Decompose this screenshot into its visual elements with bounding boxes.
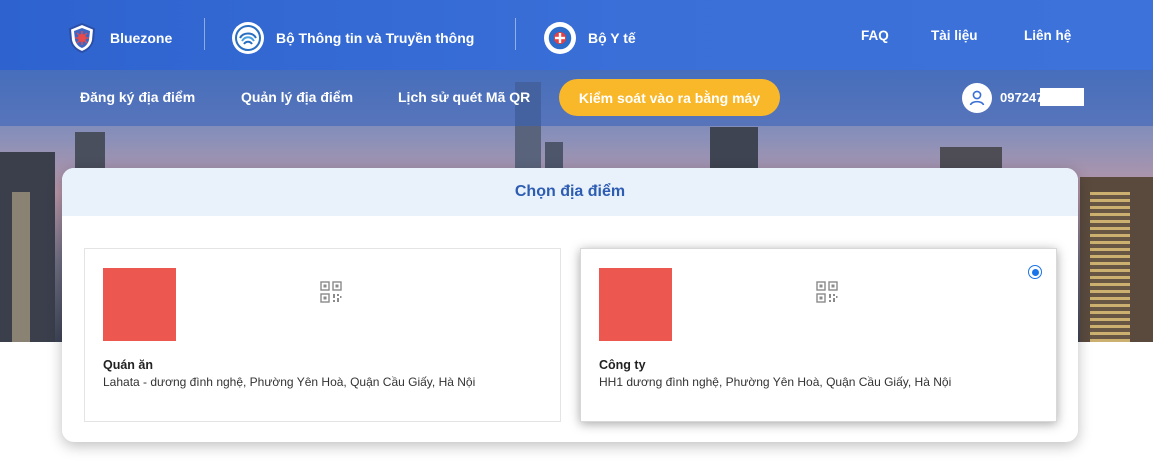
nav-contact[interactable]: Liên hệ <box>1024 28 1071 43</box>
skyline-building <box>12 192 30 342</box>
radio-selected-dot <box>1031 268 1039 276</box>
brand-ministry-info-label: Bộ Thông tin và Truyền thông <box>276 30 475 46</box>
nav-register-location[interactable]: Đăng ký địa điểm <box>80 89 195 105</box>
brand-ministry-health[interactable]: Bộ Y tế <box>544 22 636 54</box>
brand-ministry-info[interactable]: Bộ Thông tin và Truyền thông <box>232 22 474 54</box>
skyline-building <box>1090 192 1130 342</box>
location-thumbnail <box>103 268 176 341</box>
brand-ministry-health-label: Bộ Y tế <box>588 30 636 46</box>
ministry-health-logo-icon <box>544 22 576 54</box>
top-navbar: Bluezone Bộ Thông tin và Truyền thông Bộ… <box>0 0 1153 70</box>
qr-code-icon <box>816 281 838 303</box>
location-option-restaurant[interactable]: Quán ăn Lahata - dương đình nghệ, Phường… <box>84 248 561 422</box>
machine-access-control-button[interactable]: Kiểm soát vào ra bằng máy <box>559 79 780 116</box>
card-title: Chọn địa điểm <box>62 168 1078 216</box>
ministry-info-logo-icon <box>232 22 264 54</box>
divider <box>515 18 516 50</box>
location-address: Lahata - dương đình nghệ, Phường Yên Hoà… <box>103 375 476 389</box>
user-phone-number[interactable]: 097247 <box>1000 90 1043 105</box>
user-avatar[interactable] <box>962 83 992 113</box>
user-icon <box>969 90 985 106</box>
brand-bluezone-label: Bluezone <box>110 30 173 46</box>
location-radio[interactable] <box>1028 265 1042 279</box>
location-title: Quán ăn <box>103 358 154 372</box>
nav-qr-scan-history[interactable]: Lịch sử quét Mã QR <box>398 89 530 105</box>
location-address: HH1 dương đình nghệ, Phường Yên Hoà, Quậ… <box>599 375 952 389</box>
nav-documents[interactable]: Tài liệu <box>931 28 978 43</box>
phone-redaction <box>1040 88 1084 106</box>
location-title: Công ty <box>599 358 646 372</box>
qr-code-icon <box>320 281 342 303</box>
nav-faq[interactable]: FAQ <box>861 28 889 43</box>
location-thumbnail <box>599 268 672 341</box>
location-option-company[interactable]: Công ty HH1 dương đình nghệ, Phường Yên … <box>580 248 1057 422</box>
divider <box>204 18 205 50</box>
nav-manage-location[interactable]: Quản lý địa điểm <box>241 89 353 105</box>
bluezone-shield-icon <box>66 22 98 54</box>
brand-bluezone[interactable]: Bluezone <box>66 22 172 54</box>
choose-location-card: Chọn địa điểm Quán ăn Lahata - dương đìn… <box>62 168 1078 442</box>
